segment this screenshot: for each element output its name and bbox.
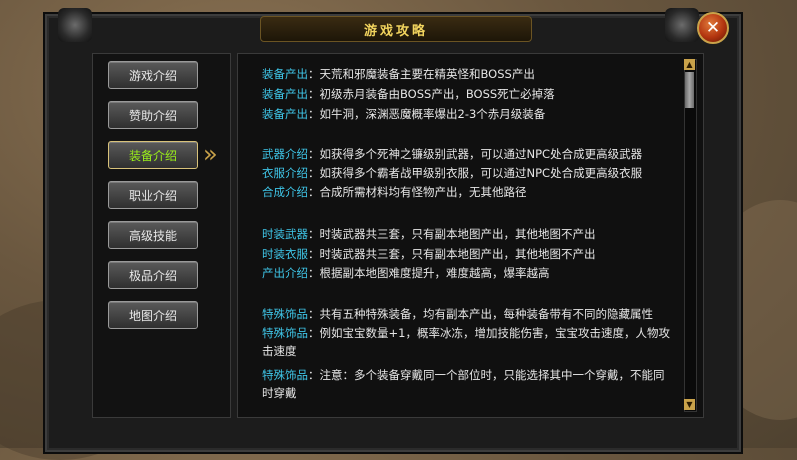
scroll-down-button[interactable]: ▼ xyxy=(684,399,695,410)
scrollbar-track[interactable] xyxy=(684,59,697,412)
content-line: 装备产出：如牛洞，深渊恶魔概率爆出2-3个赤月级装备 xyxy=(262,107,546,121)
content-line: 武器介绍：如获得多个死神之镰级别武器，可以通过NPC处合成更高级武器 xyxy=(262,147,643,161)
content-line: 特殊饰品：例如宝宝数量+1，概率冰冻，增加技能伤害，宝宝攻击速度，人物攻击速度 xyxy=(262,326,670,358)
content-line: 合成介绍：合成所需材料均有怪物产出，无其他路径 xyxy=(262,185,527,199)
nav-item-sponsor-intro[interactable]: 赞助介绍 xyxy=(108,101,198,129)
active-arrow-icon: » xyxy=(203,140,218,168)
content-line: 产出介绍：根据副本地图难度提升，难度越高，爆率越高 xyxy=(262,266,550,280)
dragon-ornament-right xyxy=(665,8,699,42)
dialog-title: 游戏攻略 xyxy=(260,16,532,42)
close-button[interactable]: ✕ xyxy=(697,12,729,44)
nav-item-map-intro[interactable]: 地图介绍 xyxy=(108,301,198,329)
nav-item-advanced-skills[interactable]: 高级技能 xyxy=(108,221,198,249)
scrollbar-thumb[interactable] xyxy=(685,72,694,108)
nav-item-rare-items[interactable]: 极品介绍 xyxy=(108,261,198,289)
arrow-down-icon: ▼ xyxy=(686,400,693,409)
content-line: 特殊饰品：注意：多个装备穿戴同一个部位时，只能选择其中一个穿戴，不能同时穿戴 xyxy=(262,368,665,400)
content-line: 时装衣服：时装武器共三套，只有副本地图产出，其他地图不产出 xyxy=(262,247,596,261)
dragon-ornament-left xyxy=(58,8,92,42)
arrow-up-icon: ▲ xyxy=(686,60,693,69)
nav-item-equipment-intro[interactable]: 装备介绍 xyxy=(108,141,198,169)
content-line: 衣服介绍：如获得多个霸者战甲级别衣服，可以通过NPC处合成更高级衣服 xyxy=(262,166,643,180)
content-line: 时装武器：时装武器共三套，只有副本地图产出，其他地图不产出 xyxy=(262,227,596,241)
close-icon: ✕ xyxy=(705,17,721,38)
content-line: 装备产出：初级赤月装备由BOSS产出，BOSS死亡必掉落 xyxy=(262,87,555,101)
content-line: 装备产出：天荒和邪魔装备主要在精英怪和BOSS产出 xyxy=(262,67,535,81)
content-line: 特殊饰品：共有五种特殊装备，均有副本产出，每种装备带有不同的隐藏属性 xyxy=(262,307,653,321)
nav-item-game-intro[interactable]: 游戏介绍 xyxy=(108,61,198,89)
nav-item-class-intro[interactable]: 职业介绍 xyxy=(108,181,198,209)
scroll-up-button[interactable]: ▲ xyxy=(684,59,695,70)
